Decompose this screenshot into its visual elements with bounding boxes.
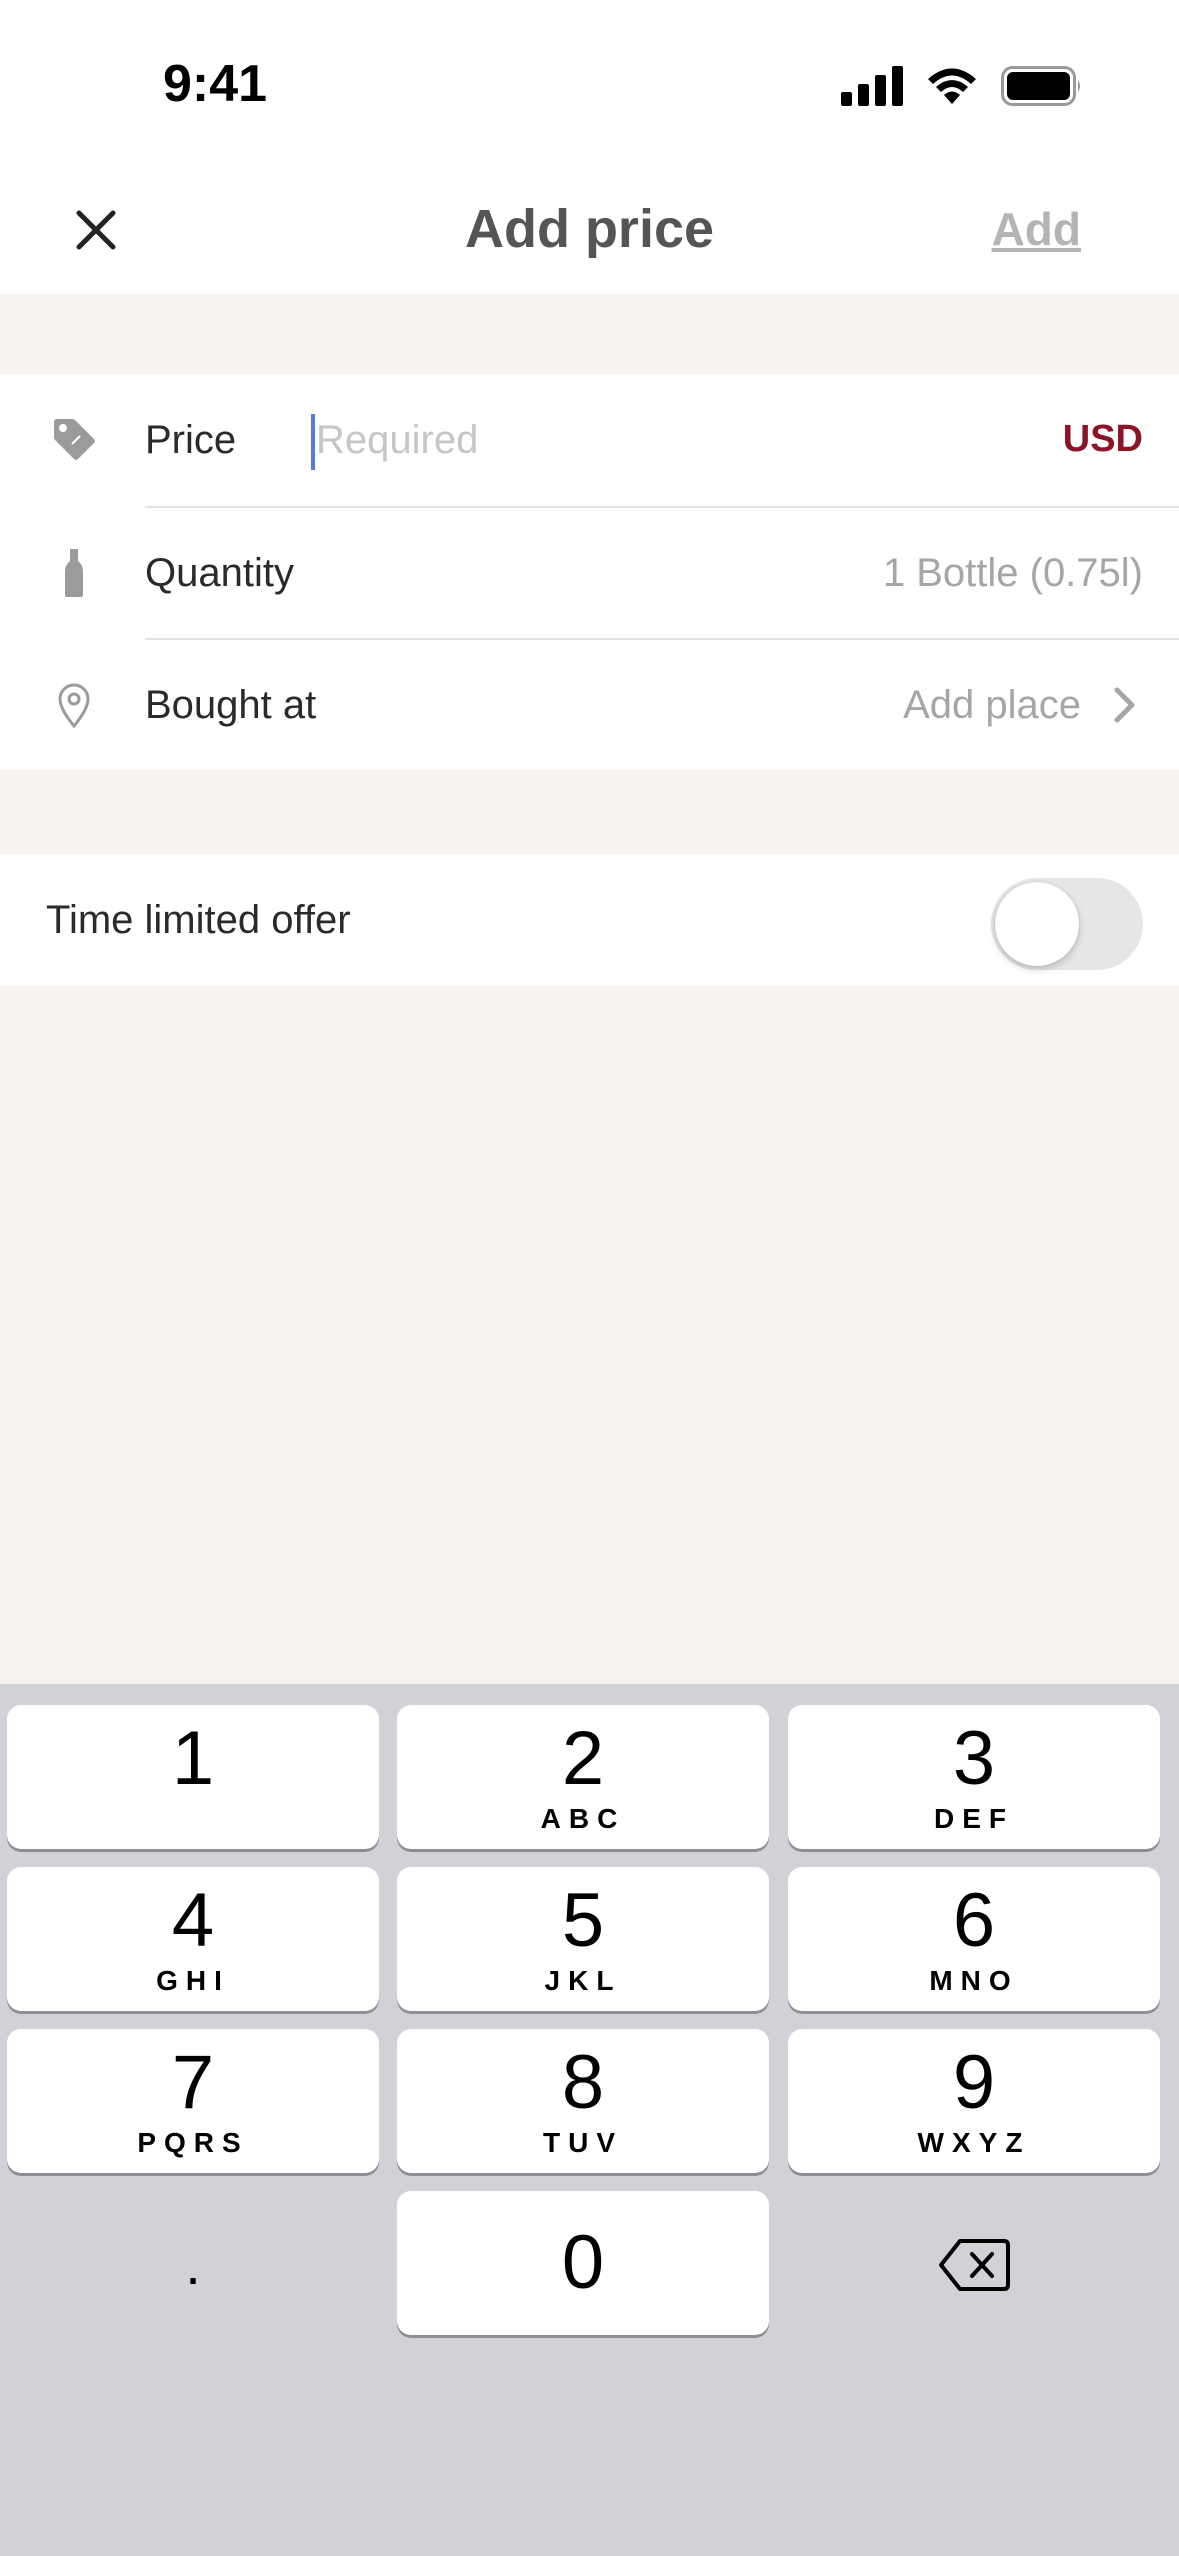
bought-at-label: Bought at bbox=[145, 683, 317, 727]
currency-selector[interactable]: USD bbox=[1063, 418, 1143, 461]
offer-group: Time limited offer bbox=[0, 854, 1179, 986]
bought-at-value: Add place bbox=[903, 683, 1081, 727]
key-4[interactable]: 4 GHI bbox=[7, 1867, 379, 2011]
time-limited-offer-toggle[interactable] bbox=[991, 878, 1143, 970]
text-caret bbox=[311, 414, 315, 470]
bottle-icon bbox=[44, 543, 104, 603]
wifi-icon bbox=[928, 68, 976, 104]
toggle-knob bbox=[995, 882, 1079, 966]
key-7[interactable]: 7 PQRS bbox=[7, 2029, 379, 2173]
time-limited-offer-label: Time limited offer bbox=[46, 898, 351, 942]
price-tag-icon bbox=[44, 410, 104, 470]
status-icons bbox=[841, 64, 1083, 108]
quantity-label: Quantity bbox=[145, 551, 294, 595]
quantity-value: 1 Bottle (0.75l) bbox=[882, 551, 1143, 595]
backspace-icon bbox=[939, 2239, 1010, 2291]
key-5[interactable]: 5 JKL bbox=[397, 1867, 769, 2011]
nav-bar: Add price Add bbox=[0, 170, 1179, 294]
price-input[interactable] bbox=[312, 402, 1012, 478]
key-2[interactable]: 2 ABC bbox=[397, 1705, 769, 1849]
key-decimal[interactable]: . bbox=[7, 2191, 379, 2335]
bought-at-row[interactable]: Bought at Add place bbox=[0, 639, 1179, 771]
quantity-row[interactable]: Quantity 1 Bottle (0.75l) bbox=[0, 507, 1179, 639]
numeric-keyboard: 1 2 ABC 3 DEF 4 GHI 5 JKL 6 MNO 7 PQRS 8… bbox=[0, 1684, 1179, 2556]
price-label: Price bbox=[145, 418, 237, 462]
status-time: 9:41 bbox=[163, 55, 268, 113]
key-9[interactable]: 9 WXYZ bbox=[788, 2029, 1160, 2173]
price-row[interactable]: Price USD bbox=[0, 374, 1179, 506]
location-pin-icon bbox=[44, 675, 104, 735]
key-8[interactable]: 8 TUV bbox=[397, 2029, 769, 2173]
add-button[interactable]: Add bbox=[992, 202, 1081, 256]
chevron-right-icon bbox=[1105, 683, 1145, 727]
key-6[interactable]: 6 MNO bbox=[788, 1867, 1160, 2011]
battery-icon bbox=[1001, 66, 1080, 106]
cellular-signal-icon bbox=[841, 66, 903, 106]
key-0[interactable]: 0 bbox=[397, 2191, 769, 2335]
price-details-group: Price USD Quantity 1 Bottle (0.75l) Boug… bbox=[0, 374, 1179, 770]
status-bar: 9:41 bbox=[0, 0, 1179, 170]
key-3[interactable]: 3 DEF bbox=[788, 1705, 1160, 1849]
key-delete[interactable] bbox=[788, 2191, 1160, 2335]
key-1[interactable]: 1 bbox=[7, 1705, 379, 1849]
